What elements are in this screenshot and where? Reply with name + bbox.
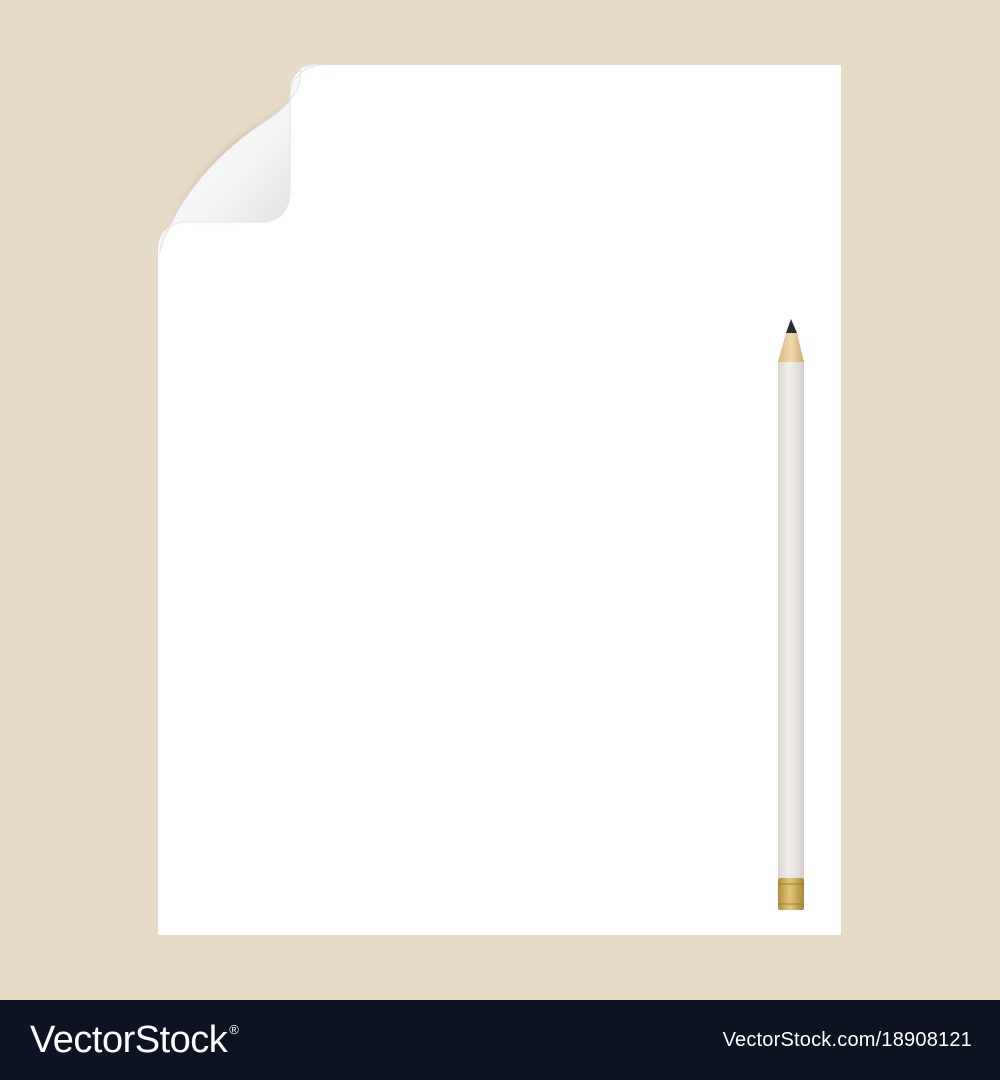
brand-logo[interactable]: VectorStock ® [30,1019,239,1061]
image-id-text: VectorStock.com/18908121 [722,1028,972,1051]
illustration-canvas [0,0,1000,1000]
registered-mark: ® [229,1022,239,1037]
illustration-svg [0,0,1000,1000]
footer-bar: VectorStock ® VectorStock.com/18908121 [0,1000,1000,1080]
pencil-icon [778,319,804,910]
brand-name: VectorStock [30,1019,228,1061]
